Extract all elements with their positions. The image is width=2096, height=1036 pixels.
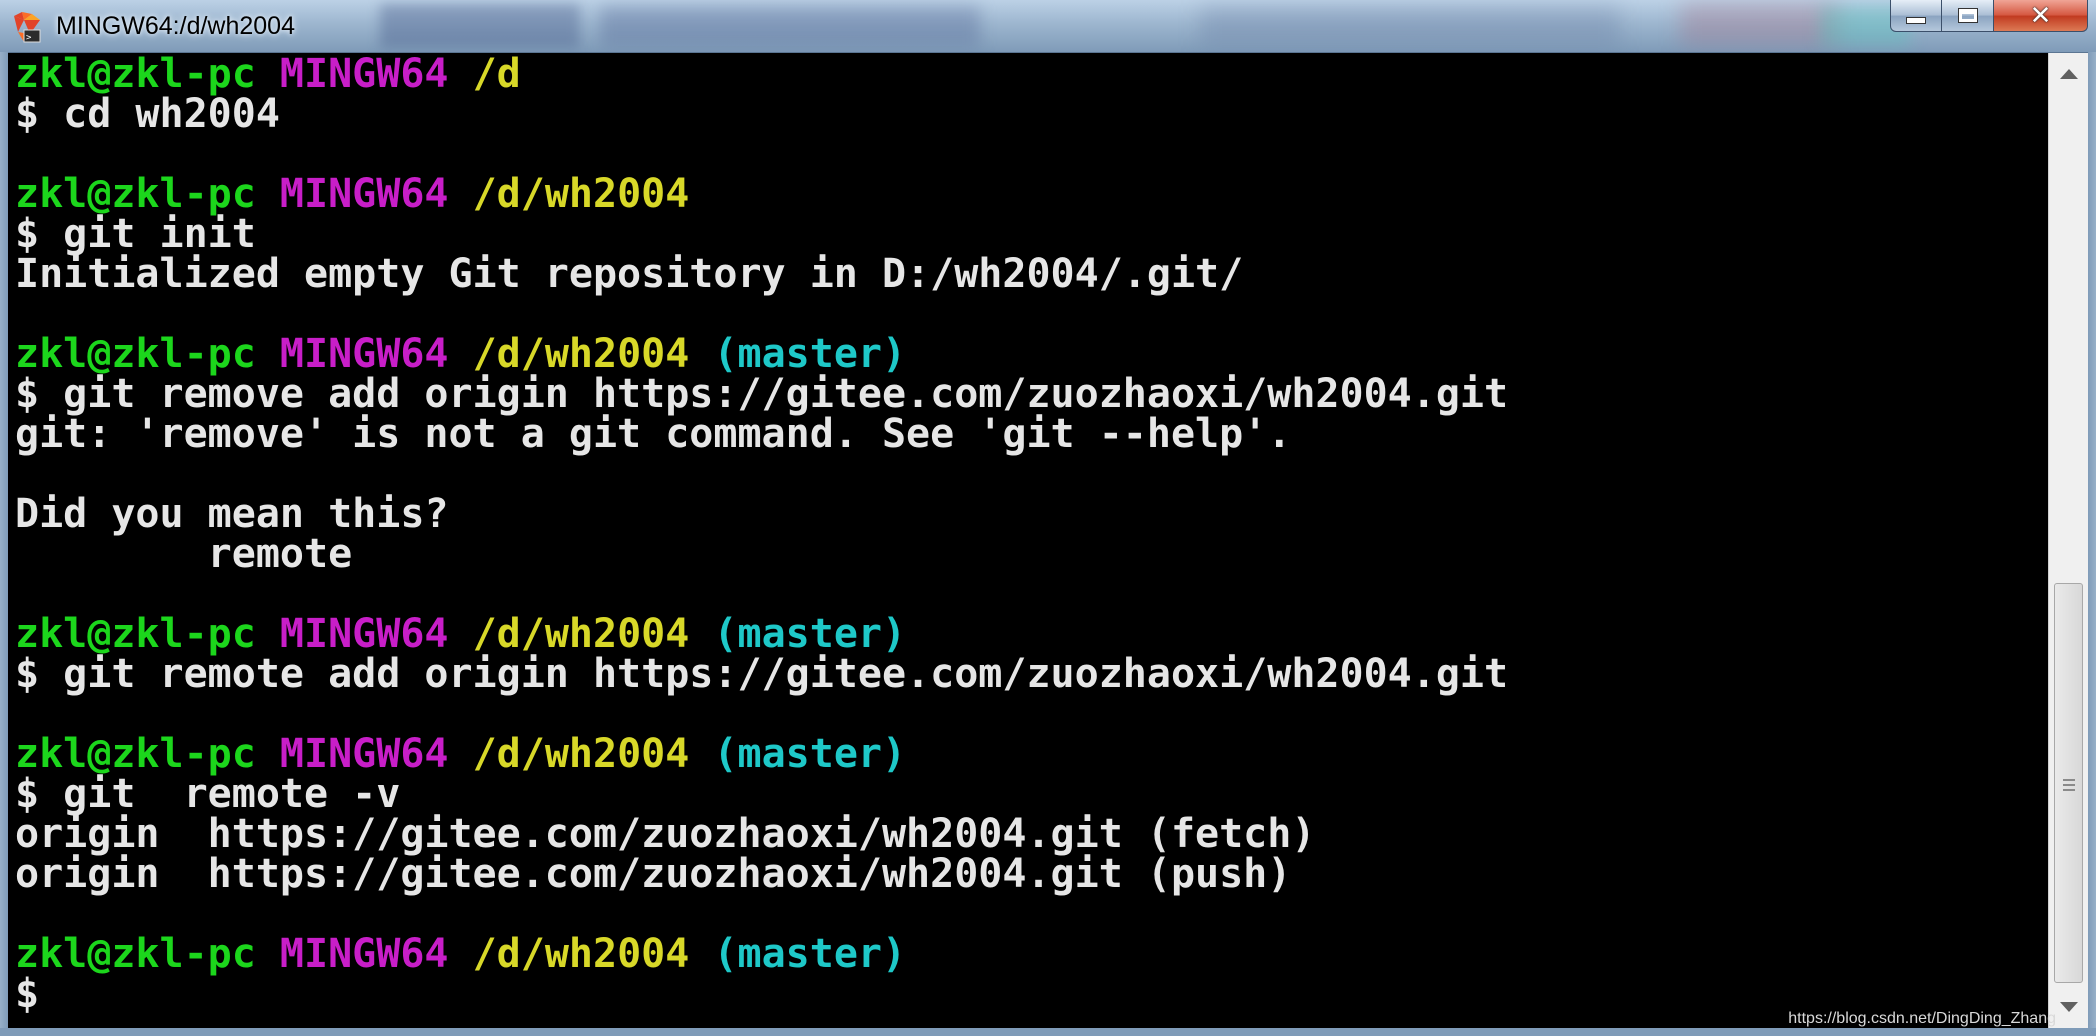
terminal-line: zkl@zkl-pc MINGW64 /d/wh2004 (master) — [15, 934, 1508, 974]
terminal-text-segment: /d — [472, 53, 521, 97]
terminal-area[interactable]: zkl@zkl-pc MINGW64 /d $ cd wh2004 zkl@zkl-… — [8, 53, 2048, 1028]
scrollbar-thumb[interactable] — [2054, 583, 2083, 983]
terminal-text-segment: git: 'remove' is not a git command. See … — [15, 411, 1292, 457]
title-bar[interactable]: > MINGW64:/d/wh2004 ✕ — [0, 0, 2096, 53]
scroll-up-button[interactable] — [2049, 59, 2088, 89]
terminal-line: Initialized empty Git repository in D:/w… — [15, 254, 1508, 294]
maximize-icon — [1958, 9, 1977, 22]
terminal-text-segment: MINGW64 — [279, 53, 449, 97]
window-controls: ✕ — [1890, 0, 2088, 34]
window-frame-bottom — [0, 1028, 2096, 1036]
terminal-line: origin https://gitee.com/zuozhaoxi/wh200… — [15, 814, 1508, 854]
terminal-line: git: 'remove' is not a git command. See … — [15, 414, 1508, 454]
background-blur — [1200, 6, 1620, 46]
terminal-output: zkl@zkl-pc MINGW64 /d $ cd wh2004 zkl@zkl-… — [15, 54, 1508, 1014]
terminal-line: $ git remote add origin https://gitee.co… — [15, 654, 1508, 694]
window-frame-right — [2088, 52, 2096, 1036]
terminal-text-segment: $ — [15, 971, 40, 1017]
terminal-line: Did you mean this? — [15, 494, 1508, 534]
vertical-scrollbar[interactable] — [2048, 53, 2088, 1028]
minimize-icon — [1906, 17, 1926, 24]
terminal-line: $ git init — [15, 214, 1508, 254]
maximize-button[interactable] — [1942, 0, 1994, 32]
terminal-line: remote — [15, 534, 1508, 574]
scroll-up-arrow-icon — [2059, 69, 2078, 79]
terminal-line: zkl@zkl-pc MINGW64 /d/wh2004 — [15, 174, 1508, 214]
terminal-text-segment: /d/wh2004 — [472, 731, 690, 777]
window-title: MINGW64:/d/wh2004 — [56, 12, 295, 40]
close-icon: ✕ — [2029, 0, 2052, 31]
terminal-text-segment: $ cd wh2004 — [15, 91, 280, 137]
terminal-text-segment: $ git remote add origin https://gitee.co… — [15, 651, 1509, 697]
terminal-text-segment: /d/wh2004 — [472, 171, 690, 217]
terminal-line: zkl@zkl-pc MINGW64 /d — [15, 54, 1508, 94]
terminal-line: zkl@zkl-pc MINGW64 /d/wh2004 (master) — [15, 734, 1508, 774]
terminal-text-segment: (master) — [713, 931, 907, 977]
window-frame-left — [0, 52, 8, 1036]
terminal-text-segment: MINGW64 — [279, 171, 449, 217]
terminal-text-segment: origin https://gitee.com/zuozhaoxi/wh200… — [15, 851, 1292, 897]
background-blur — [1680, 2, 1840, 46]
terminal-line: zkl@zkl-pc MINGW64 /d/wh2004 (master) — [15, 334, 1508, 374]
watermark-text: https://blog.csdn.net/DingDing_Zhang — [1788, 1010, 2056, 1027]
terminal-text-segment: /d/wh2004 — [472, 931, 690, 977]
minimize-button[interactable] — [1890, 0, 1942, 32]
scroll-down-arrow-icon — [2059, 1002, 2078, 1012]
svg-text:>: > — [26, 33, 32, 43]
terminal-text-segment: zkl@zkl-pc — [15, 931, 256, 977]
background-blur — [600, 6, 980, 46]
git-bash-icon[interactable]: > — [10, 10, 44, 44]
terminal-text-segment: MINGW64 — [279, 931, 449, 977]
terminal-line: $ — [15, 974, 1508, 1014]
terminal-line: $ cd wh2004 — [15, 94, 1508, 134]
terminal-line: $ git remote -v — [15, 774, 1508, 814]
background-blur — [380, 4, 580, 48]
terminal-text-segment: remote — [15, 531, 353, 577]
grip-icon — [2063, 779, 2075, 794]
terminal-line: origin https://gitee.com/zuozhaoxi/wh200… — [15, 854, 1508, 894]
terminal-text-segment: Initialized empty Git repository in D:/w… — [15, 251, 1244, 297]
terminal-line: $ git remove add origin https://gitee.co… — [15, 374, 1508, 414]
terminal-line: zkl@zkl-pc MINGW64 /d/wh2004 (master) — [15, 614, 1508, 654]
terminal-text-segment: (master) — [713, 731, 907, 777]
close-button[interactable]: ✕ — [1994, 0, 2088, 32]
